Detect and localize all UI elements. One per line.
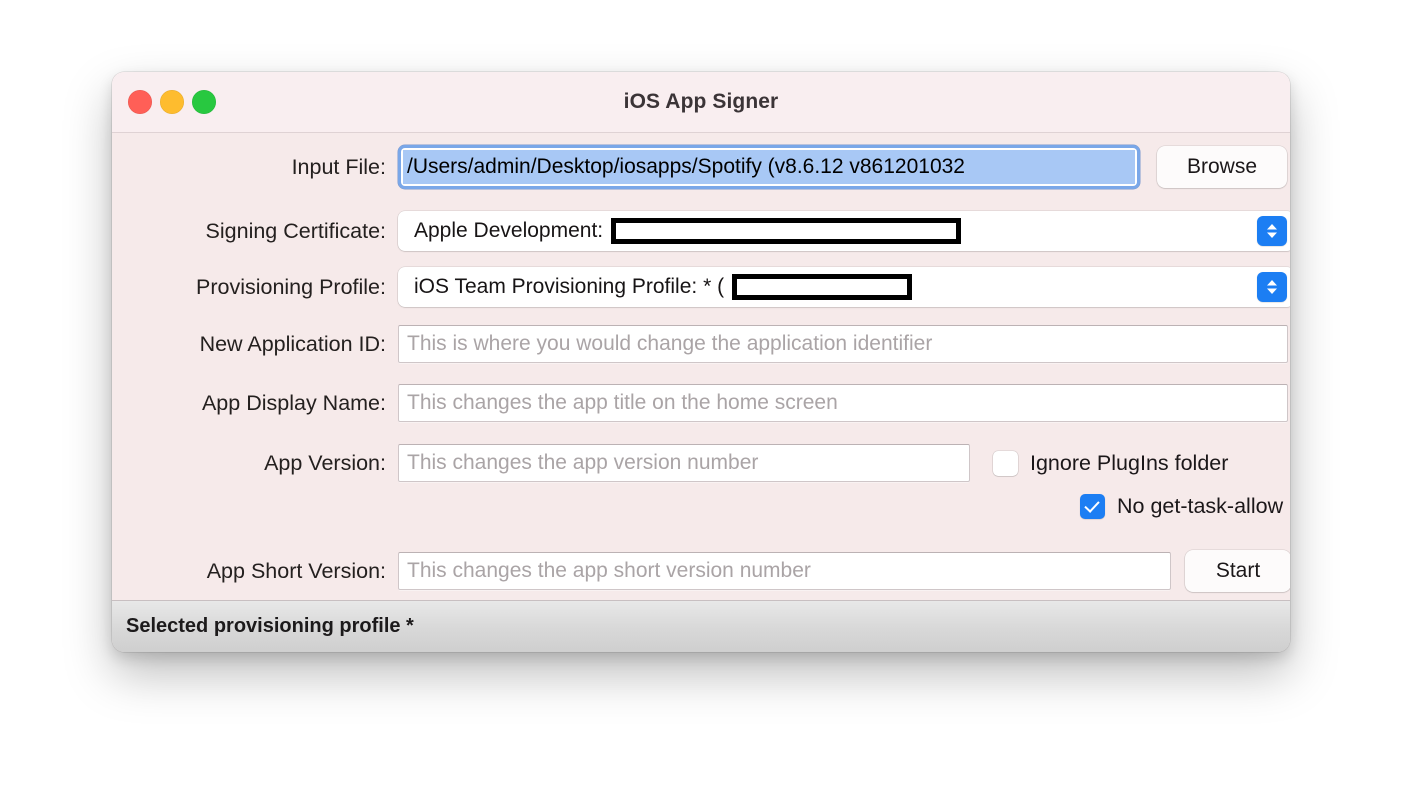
signing-certificate-value: Apple Development: xyxy=(414,219,604,242)
start-button[interactable]: Start xyxy=(1185,550,1290,592)
app-short-version-input[interactable]: This changes the app short version numbe… xyxy=(398,552,1171,590)
new-application-id-label: New Application ID: xyxy=(199,331,386,356)
signing-certificate-selected: Apple Development: xyxy=(414,218,962,244)
ignore-plugins-checkbox-row[interactable]: Ignore PlugIns folder xyxy=(993,450,1229,476)
row-input-file: Input File: /Users/admin/Desktop/iosapps… xyxy=(112,145,1290,189)
signing-certificate-redaction-box xyxy=(611,218,962,244)
row-provisioning-profile: Provisioning Profile: iOS Team Provision… xyxy=(112,267,1290,307)
provisioning-profile-field-area: iOS Team Provisioning Profile: * ( xyxy=(398,267,1290,307)
chevron-up-down-icon[interactable] xyxy=(1257,272,1287,302)
input-file-focus-ring: /Users/admin/Desktop/iosapps/Spotify (v8… xyxy=(398,145,1140,189)
signing-certificate-label: Signing Certificate: xyxy=(205,218,386,243)
status-bar: Selected provisioning profile * xyxy=(112,600,1290,652)
no-get-task-allow-label: No get-task-allow xyxy=(1117,494,1284,518)
provisioning-profile-dropdown[interactable]: iOS Team Provisioning Profile: * ( xyxy=(398,267,1290,307)
zoom-window-button[interactable] xyxy=(192,90,216,114)
ignore-plugins-label: Ignore PlugIns folder xyxy=(1030,450,1229,475)
status-message: Selected provisioning profile * xyxy=(126,615,414,637)
traffic-light-group xyxy=(128,72,216,132)
app-short-version-label: App Short Version: xyxy=(206,558,386,583)
new-application-id-input[interactable]: This is where you would change the appli… xyxy=(398,325,1288,363)
input-file-field-area: /Users/admin/Desktop/iosapps/Spotify (v8… xyxy=(398,145,1290,189)
app-version-input[interactable]: This changes the app version number xyxy=(398,444,970,482)
no-get-task-allow-checkbox[interactable] xyxy=(1080,494,1105,519)
input-file-input[interactable]: /Users/admin/Desktop/iosapps/Spotify (v8… xyxy=(401,148,1137,186)
input-file-label: Input File: xyxy=(291,154,386,179)
ios-app-signer-window: iOS App Signer Input File: /Users/admin/… xyxy=(112,72,1290,652)
browse-button[interactable]: Browse xyxy=(1157,146,1287,188)
signing-certificate-dropdown[interactable]: Apple Development: xyxy=(398,211,1290,251)
app-version-field-area: This changes the app version number Igno… xyxy=(398,444,1290,482)
row-app-short-version: App Short Version: This changes the app … xyxy=(112,550,1290,592)
new-application-id-field-area: This is where you would change the appli… xyxy=(398,325,1290,363)
window-title: iOS App Signer xyxy=(623,90,779,113)
no-get-task-allow-checkbox-row[interactable]: No get-task-allow xyxy=(1080,494,1283,519)
app-short-version-field-area: This changes the app short version numbe… xyxy=(398,550,1290,592)
desktop-background: iOS App Signer Input File: /Users/admin/… xyxy=(0,0,1404,802)
provisioning-profile-selected: iOS Team Provisioning Profile: * ( xyxy=(414,274,913,300)
window-titlebar: iOS App Signer xyxy=(112,72,1290,133)
row-no-get-task-allow: No get-task-allow xyxy=(1080,494,1290,519)
input-file-value: /Users/admin/Desktop/iosapps/Spotify (v8… xyxy=(403,150,1135,184)
provisioning-profile-value: iOS Team Provisioning Profile: * ( xyxy=(414,275,725,298)
row-signing-certificate: Signing Certificate: Apple Development: xyxy=(112,211,1290,251)
row-app-display-name: App Display Name: This changes the app t… xyxy=(112,384,1290,422)
row-app-version: App Version: This changes the app versio… xyxy=(112,444,1290,482)
app-display-name-field-area: This changes the app title on the home s… xyxy=(398,384,1290,422)
app-display-name-input[interactable]: This changes the app title on the home s… xyxy=(398,384,1288,422)
row-new-application-id: New Application ID: This is where you wo… xyxy=(112,325,1290,363)
provisioning-profile-redaction-box xyxy=(732,274,913,300)
provisioning-profile-label: Provisioning Profile: xyxy=(195,274,386,299)
minimize-window-button[interactable] xyxy=(160,90,184,114)
form-body: Input File: /Users/admin/Desktop/iosapps… xyxy=(112,133,1290,600)
signing-certificate-field-area: Apple Development: xyxy=(398,211,1290,251)
app-display-name-label: App Display Name: xyxy=(201,390,386,415)
ignore-plugins-checkbox[interactable] xyxy=(993,450,1018,476)
close-window-button[interactable] xyxy=(128,90,152,114)
chevron-up-down-icon[interactable] xyxy=(1257,216,1287,246)
app-version-label: App Version: xyxy=(264,450,386,475)
